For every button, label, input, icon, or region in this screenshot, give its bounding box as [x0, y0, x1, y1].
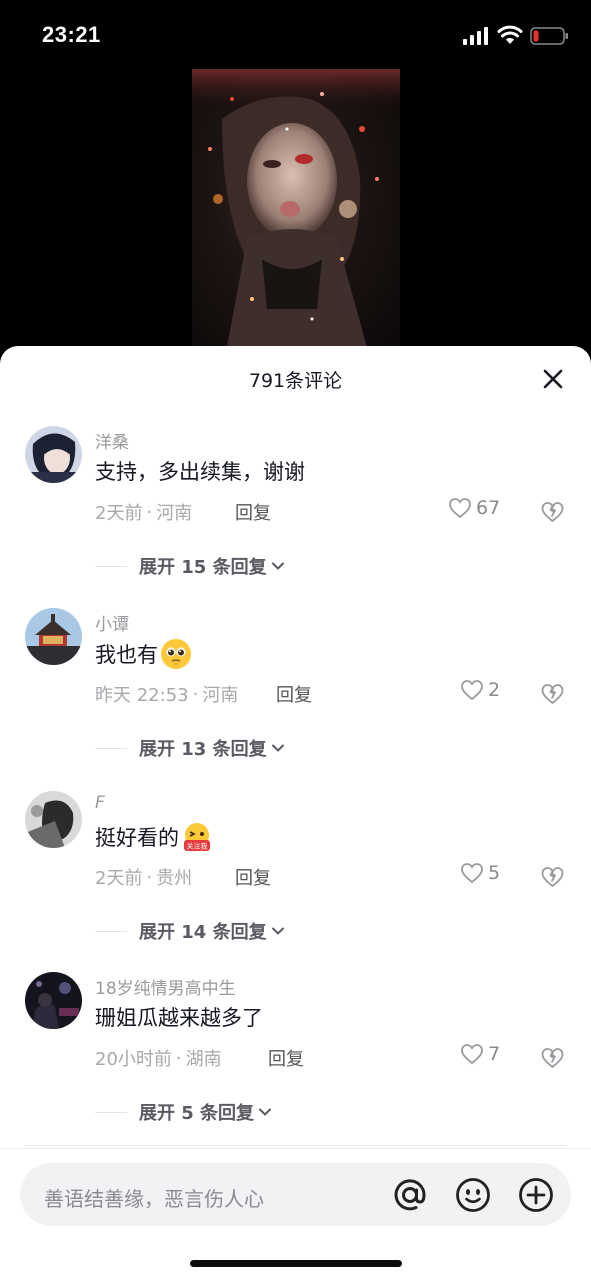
avatar[interactable]: [25, 608, 82, 665]
comment-location: 湖南: [185, 1049, 222, 1070]
like-count: 5: [488, 862, 501, 884]
comment-input-bar: 善语结善缘，恶言伤人心: [0, 1148, 591, 1280]
reply-button[interactable]: 回复: [235, 864, 271, 890]
comment-input-placeholder: 善语结善缘，恶言伤人心: [44, 1187, 264, 1211]
chevron-down-icon: [271, 927, 284, 935]
plus-icon[interactable]: [517, 1176, 555, 1214]
heart-icon: [449, 498, 471, 519]
heart-icon: [461, 863, 483, 884]
comment-item: F 挺好看的 关注我 2天前 · 贵州 回复 5 展开 14 条回复: [0, 791, 591, 971]
meta-separator: ·: [146, 501, 153, 523]
comment-time: 2天前: [95, 503, 143, 524]
divider: [95, 930, 127, 932]
broken-heart-icon[interactable]: [540, 864, 565, 889]
comment-location: 河南: [156, 503, 193, 524]
comment-meta: 2天前 · 河南: [95, 499, 192, 525]
reply-button[interactable]: 回复: [268, 1045, 304, 1071]
meta-separator: ·: [192, 683, 199, 705]
like-button[interactable]: 67: [448, 497, 500, 519]
comment-item: 洋桑 支持，多出续集，谢谢 2天前 · 河南 回复 67 展开 15 条回复: [0, 426, 591, 606]
expand-replies-label: 展开 15 条回复: [139, 557, 267, 578]
divider: [95, 747, 127, 749]
comment-location: 河南: [202, 685, 239, 706]
comment-text: 珊姐瓜越来越多了: [95, 1002, 263, 1032]
heart-icon: [461, 680, 483, 701]
follow-me-sticker-icon: 关注我: [184, 823, 210, 851]
comment-text: 支持，多出续集，谢谢: [95, 456, 305, 486]
comment-meta: 20小时前 · 湖南: [95, 1045, 222, 1071]
avatar[interactable]: [25, 791, 82, 848]
comments-sheet: 791条评论 洋桑 支持，多出续集，谢谢 2天前 · 河南 回复 67 展开 1…: [0, 346, 591, 1280]
comment-body: 挺好看的: [95, 826, 179, 850]
avatar[interactable]: [25, 972, 82, 1029]
comment-meta: 昨天 22:53 · 河南: [95, 681, 238, 707]
divider: [95, 565, 127, 567]
heart-icon: [461, 1044, 483, 1065]
like-button[interactable]: 5: [460, 862, 500, 884]
status-time: 23:21: [42, 22, 101, 47]
username[interactable]: F: [95, 793, 105, 813]
comment-item: 小谭 我也有 昨天 22:53 · 河南 回复 2 展开 13 条回复: [0, 608, 591, 788]
comment-time: 昨天 22:53: [95, 685, 189, 706]
comment-item: 18岁纯情男高中生 珊姐瓜越来越多了 20小时前 · 湖南 回复 7 展开 5 …: [0, 972, 591, 1152]
like-button[interactable]: 2: [460, 679, 500, 701]
status-bar: 23:21: [0, 0, 591, 70]
comment-location: 贵州: [156, 868, 193, 889]
pleading-face-emoji-icon: [161, 639, 191, 669]
comment-body: 我也有: [95, 643, 158, 667]
like-count: 7: [488, 1043, 501, 1065]
cellular-signal-icon: [463, 27, 488, 45]
expand-replies-button[interactable]: 展开 5 条回复: [95, 1099, 273, 1125]
like-count: 2: [488, 679, 501, 701]
username[interactable]: 小谭: [95, 610, 129, 635]
chevron-down-icon: [259, 1108, 272, 1116]
mention-at-icon[interactable]: [391, 1176, 429, 1214]
username[interactable]: 洋桑: [95, 428, 129, 453]
broken-heart-icon[interactable]: [540, 499, 565, 524]
divider: [95, 1111, 127, 1113]
expand-replies-button[interactable]: 展开 14 条回复: [95, 918, 286, 944]
expand-replies-label: 展开 14 条回复: [139, 922, 267, 943]
broken-heart-icon[interactable]: [540, 1045, 565, 1070]
emoji-picker-icon[interactable]: [454, 1176, 492, 1214]
broken-heart-icon[interactable]: [540, 681, 565, 706]
comment-text: 挺好看的 关注我: [95, 821, 213, 853]
expand-replies-button[interactable]: 展开 13 条回复: [95, 735, 286, 761]
comment-body: 支持，多出续集，谢谢: [95, 460, 305, 484]
avatar[interactable]: [25, 426, 82, 483]
comment-input[interactable]: 善语结善缘，恶言伤人心: [20, 1163, 571, 1226]
chevron-down-icon: [271, 562, 284, 570]
video-frame-image: [192, 69, 400, 347]
meta-separator: ·: [175, 1047, 182, 1069]
comments-count-title: 791条评论: [248, 370, 343, 392]
comment-body: 珊姐瓜越来越多了: [95, 1006, 263, 1030]
chevron-down-icon: [271, 744, 284, 752]
svg-text:关注我: 关注我: [187, 842, 208, 851]
battery-icon: [530, 27, 568, 45]
like-count: 67: [476, 497, 501, 519]
meta-separator: ·: [146, 866, 153, 888]
expand-replies-label: 展开 5 条回复: [139, 1103, 255, 1124]
like-button[interactable]: 7: [460, 1043, 500, 1065]
comment-text: 我也有: [95, 638, 192, 670]
comment-meta: 2天前 · 贵州: [95, 864, 192, 890]
expand-replies-label: 展开 13 条回复: [139, 739, 267, 760]
home-indicator[interactable]: [190, 1260, 402, 1267]
video-preview[interactable]: [192, 69, 400, 347]
reply-button[interactable]: 回复: [276, 681, 312, 707]
list-divider: [25, 1145, 566, 1146]
reply-button[interactable]: 回复: [235, 499, 271, 525]
close-icon[interactable]: [538, 364, 568, 394]
comment-time: 2天前: [95, 868, 143, 889]
expand-replies-button[interactable]: 展开 15 条回复: [95, 553, 286, 579]
username[interactable]: 18岁纯情男高中生: [95, 974, 236, 999]
wifi-icon: [497, 25, 523, 44]
comment-time: 20小时前: [95, 1049, 172, 1070]
